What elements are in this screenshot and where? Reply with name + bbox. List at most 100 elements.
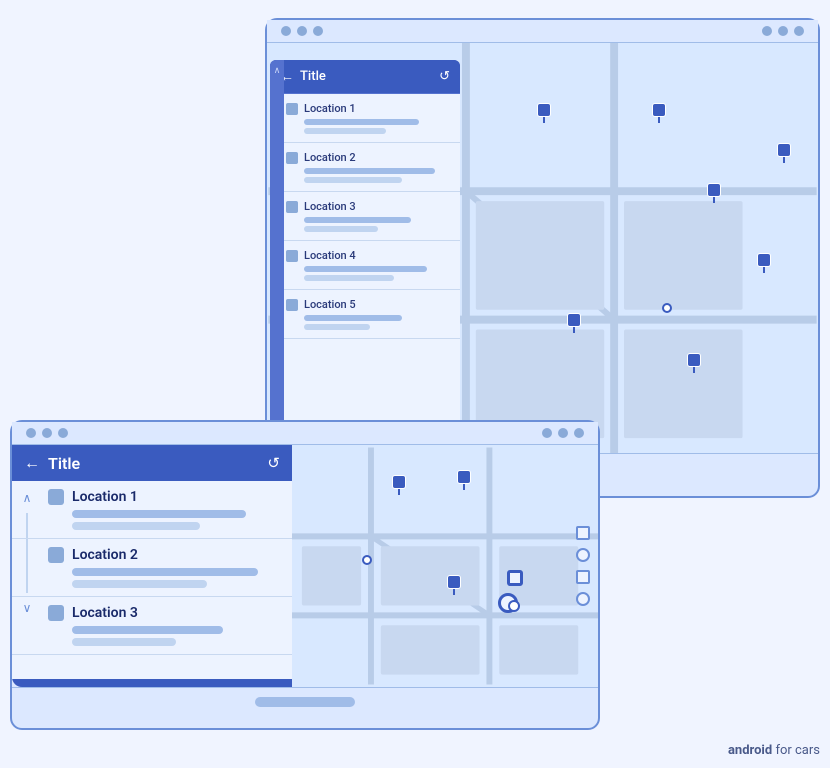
front-map-pin-3: [447, 575, 461, 595]
front-loc-name-1: Location 1: [72, 489, 138, 505]
back-panel-refresh-icon[interactable]: ↺: [439, 69, 450, 84]
front-status-dot-3: [58, 428, 68, 438]
front-panel-body: ∧ ∨ Location 1 Location 2 L: [12, 481, 292, 679]
back-map-pin-4: [707, 183, 721, 203]
side-icon-4[interactable]: [576, 592, 590, 606]
front-device-map: [292, 445, 598, 687]
front-loc-bar1-3: [72, 626, 223, 634]
back-map-pin-3: [777, 143, 791, 163]
front-location-item-3[interactable]: Location 3: [12, 597, 292, 655]
back-location-item-1[interactable]: Location 1: [270, 94, 460, 143]
front-loc-icon-3: [48, 605, 64, 621]
back-loc-bar1-3: [304, 217, 411, 223]
front-status-dot-4: [542, 428, 552, 438]
back-location-item-5[interactable]: Location 5: [270, 290, 460, 339]
front-map-dot-1: [362, 555, 372, 565]
back-panel-content: ∧ Location 1 Location 2 Location 3: [270, 94, 460, 428]
back-location-item-2[interactable]: Location 2: [270, 143, 460, 192]
back-panel: ← Title ↺ ∧ Location 1 Location 2: [270, 60, 460, 430]
back-loc-header-4: Location 4: [286, 249, 450, 262]
front-status-dot-5: [558, 428, 568, 438]
front-panel-title: Title: [48, 454, 80, 473]
back-loc-name-4: Location 4: [304, 249, 356, 262]
front-status-dot-1: [26, 428, 36, 438]
front-loc-icon-1: [48, 489, 64, 505]
back-loc-name-2: Location 2: [304, 151, 356, 164]
front-panel-header: ← Title ↺: [12, 445, 292, 481]
back-status-dot-1: [281, 26, 291, 36]
back-loc-bar2-3: [304, 226, 378, 232]
back-loc-name-5: Location 5: [304, 298, 356, 311]
back-status-dots-right: [762, 26, 804, 36]
front-map-pin-1: [392, 475, 406, 495]
back-loc-bar1-4: [304, 266, 427, 272]
front-loc-bar2-2: [72, 580, 207, 588]
back-loc-header-5: Location 5: [286, 298, 450, 311]
back-status-dot-5: [778, 26, 788, 36]
side-icon-1[interactable]: [576, 526, 590, 540]
back-panel-expand-col: ∧: [270, 94, 284, 428]
back-map-pin-1: [537, 103, 551, 123]
back-loc-icon-3: [286, 201, 298, 213]
back-loc-name-1: Location 1: [304, 102, 356, 115]
back-device-status-bar: [267, 20, 818, 43]
back-loc-icon-5: [286, 299, 298, 311]
back-map-dot-1: [662, 303, 672, 313]
front-map-svg: [292, 445, 598, 687]
front-loc-icon-2: [48, 547, 64, 563]
front-loc-name-2: Location 2: [72, 547, 138, 563]
front-loc-header-2: Location 2: [48, 547, 280, 563]
front-nav-pill: [255, 697, 355, 707]
back-status-dots: [281, 26, 323, 36]
front-loc-bar2-3: [72, 638, 176, 646]
front-panel-refresh-icon[interactable]: ↺: [267, 454, 280, 472]
back-loc-bar2-4: [304, 275, 394, 281]
back-loc-icon-2: [286, 152, 298, 164]
front-map-side-icons: [576, 526, 590, 606]
front-loc-bar1-1: [72, 510, 246, 518]
front-location-item-2[interactable]: Location 2: [12, 539, 292, 597]
branding-normal: for cars: [775, 743, 820, 758]
back-loc-bar2-1: [304, 128, 386, 134]
back-loc-icon-4: [286, 250, 298, 262]
front-device-status-bar: [12, 422, 598, 445]
back-location-item-3[interactable]: Location 3: [270, 192, 460, 241]
front-location-item-1[interactable]: Location 1: [12, 481, 292, 539]
front-panel: ← Title ↺ ∧ ∨ Location 1: [12, 445, 292, 687]
side-icon-2[interactable]: [576, 548, 590, 562]
front-panel-back-icon[interactable]: ←: [24, 453, 40, 473]
back-map-pin-5: [757, 253, 771, 273]
back-loc-icon-1: [286, 103, 298, 115]
back-loc-header-2: Location 2: [286, 151, 450, 164]
back-status-dot-2: [297, 26, 307, 36]
back-location-item-4[interactable]: Location 4: [270, 241, 460, 290]
front-status-dots-left: [26, 428, 68, 438]
front-loc-bar2-1: [72, 522, 200, 530]
front-panel-header-left: ← Title: [24, 453, 80, 473]
branding: android for cars: [728, 743, 820, 758]
back-panel-header: ← Title ↺: [270, 60, 460, 94]
back-map-pin-7: [687, 353, 701, 373]
back-loc-name-3: Location 3: [304, 200, 356, 213]
side-icon-3[interactable]: [576, 570, 590, 584]
front-device: ← Title ↺ ∧ ∨ Location 1: [10, 420, 600, 730]
front-loc-name-3: Location 3: [72, 605, 138, 621]
back-loc-header-1: Location 1: [286, 102, 450, 115]
front-map-square: [507, 570, 523, 586]
back-panel-header-left: ← Title: [280, 68, 326, 85]
front-loc-header-1: Location 1: [48, 489, 280, 505]
back-loc-bar2-5: [304, 324, 370, 330]
back-panel-title: Title: [300, 69, 326, 84]
front-loc-bar1-2: [72, 568, 258, 576]
front-locations-list: Location 1 Location 2 Location 3: [12, 481, 292, 655]
back-status-dot-3: [313, 26, 323, 36]
front-device-bottom-bar: [12, 687, 598, 715]
back-loc-bar1-1: [304, 119, 419, 125]
front-status-dot-6: [574, 428, 584, 438]
back-status-dot-6: [794, 26, 804, 36]
front-loc-header-3: Location 3: [48, 605, 280, 621]
back-map-pin-6: [567, 313, 581, 333]
front-map-pin-2: [457, 470, 471, 490]
front-device-content: ← Title ↺ ∧ ∨ Location 1: [12, 445, 598, 687]
back-status-dot-4: [762, 26, 772, 36]
